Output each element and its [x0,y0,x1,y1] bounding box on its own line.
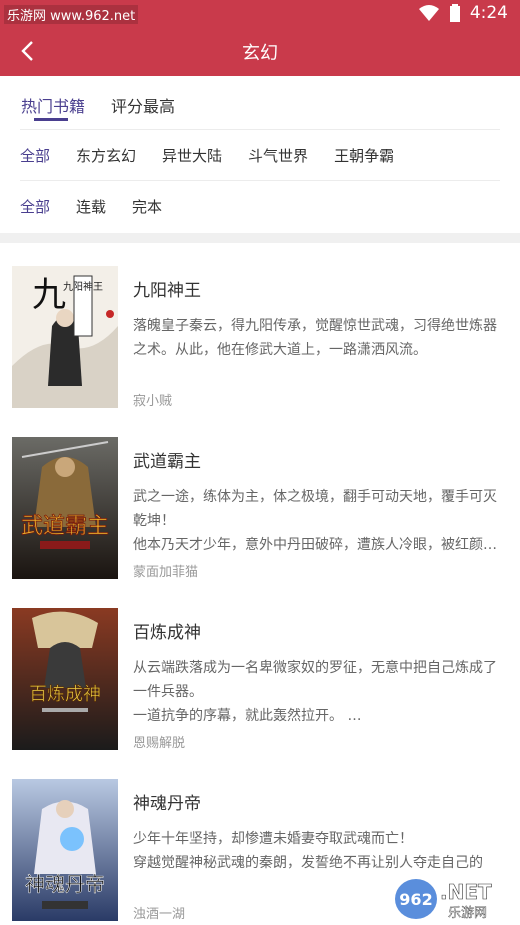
book-description: 从云端跌落成为一名卑微家奴的罗征，无意中把自己炼成了一件兵器。 一道抗争的序幕，… [133,660,497,724]
svg-text:乐游网: 乐游网 [448,906,487,921]
cover-title-text: 九阳神王 [63,280,103,293]
svg-text:962: 962 [399,890,432,909]
cover-title-text: 武道霸主 [21,514,109,539]
category-dou-qi[interactable]: 斗气世界 [248,145,308,166]
status-filter: 全部 连载 完本 [20,180,500,232]
battery-icon [449,4,460,22]
category-all[interactable]: 全部 [20,145,50,166]
book-cover-image: 百炼成神 [12,608,118,750]
tab-top-rated[interactable]: 评分最高 [111,93,175,117]
book-item[interactable]: 武道霸主 武道霸主 武之一途，练体为主，体之极境，翻手可动天地，覆手可灭乾坤！ … [0,437,520,608]
watermark-logo: 962 .NET 乐游网 [394,877,512,921]
book-description: 落魄皇子秦云，得九阳传承，觉醒惊世武魂，习得绝世炼器之术。从此，他在修武大道上，… [133,318,497,358]
book-description: 武之一途，练体为主，体之极境，翻手可动天地，覆手可灭乾坤！ 他本乃天才少年，意外… [133,489,497,553]
book-author: 寂小贼 [133,394,173,409]
status-all[interactable]: 全部 [20,196,50,217]
category-other-world[interactable]: 异世大陆 [162,145,222,166]
page-title: 玄幻 [242,43,278,64]
app-bar: 玄幻 [0,26,520,76]
category-filter: 全部 东方玄幻 异世大陆 斗气世界 王朝争霸 [20,129,500,181]
watermark-text: 乐游网 www.962.net [4,5,139,24]
book-cover-image: 武道霸主 [12,437,118,579]
book-description: 少年十年坚持，却惨遭未婚妻夺取武魂而亡！ 穿越觉醒神秘武魂的秦朗，发誓绝不再让别… [133,831,483,871]
book-author: 蒙面加菲猫 [133,565,199,580]
book-cover-image: 九阳神王 九 [12,266,118,408]
status-completed[interactable]: 完本 [132,196,162,217]
cover-title-text: 百炼成神 [29,684,101,705]
svg-text:九: 九 [32,275,66,315]
book-title[interactable]: 神魂丹帝 [133,789,201,814]
book-item[interactable]: 百炼成神 百炼成神 从云端跌落成为一名卑微家奴的罗征，无意中把自己炼成了一件兵器… [0,608,520,779]
section-divider [0,233,520,243]
status-serializing[interactable]: 连载 [76,196,106,217]
category-eastern-fantasy[interactable]: 东方玄幻 [76,145,136,166]
wifi-icon [418,4,440,22]
active-tab-indicator [34,118,68,121]
status-icons: 4:24 [418,3,508,23]
book-cover-image: 神魂丹帝 [12,779,118,921]
svg-text:.NET: .NET [440,880,492,904]
status-time: 4:24 [469,3,508,23]
book-title[interactable]: 武道霸主 [133,447,201,472]
book-item[interactable]: 九阳神王 九 九阳神王 落魄皇子秦云，得九阳传承，觉醒惊世武魂，习得绝世炼器之术… [0,266,520,437]
tab-hot-books[interactable]: 热门书籍 [21,93,85,117]
status-bar: 乐游网 www.962.net 4:24 [0,0,520,26]
book-title[interactable]: 九阳神王 [133,276,201,301]
book-author: 浊酒一湖 [133,907,186,922]
book-title[interactable]: 百炼成神 [133,618,201,643]
ranking-tabs: 热门书籍 评分最高 [0,76,520,128]
cover-title-text: 神魂丹帝 [25,872,105,896]
category-dynasty[interactable]: 王朝争霸 [334,145,394,166]
book-author: 恩赐解脱 [133,736,186,751]
